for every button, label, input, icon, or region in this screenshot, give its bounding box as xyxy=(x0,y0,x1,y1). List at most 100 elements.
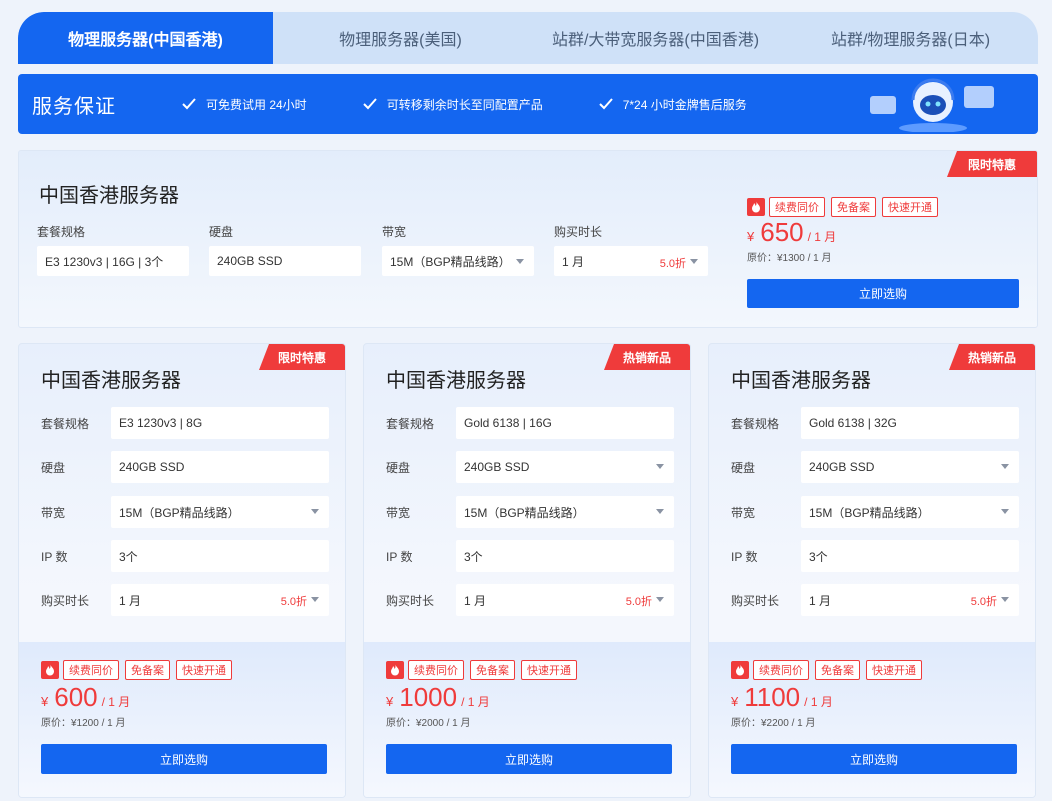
spec-row: 套餐规格 Gold 6138 | 32G xyxy=(731,407,1019,439)
product-title: 中国香港服务器 xyxy=(386,370,526,392)
bandwidth-select[interactable]: 15M（BGP精品线路） xyxy=(456,496,674,528)
spec-field: 套餐规格 E3 1230v3 | 16G | 3个 xyxy=(37,223,189,276)
spec-label: 套餐规格 xyxy=(37,225,86,239)
spec-label: 套餐规格 xyxy=(731,416,780,431)
duration-select[interactable]: 1 月 5.0折 xyxy=(111,584,329,616)
buy-now-button[interactable]: 立即选购 xyxy=(731,744,1017,774)
ip-select[interactable]: 3个 xyxy=(801,540,1019,572)
spec-value: E3 1230v3 | 16G | 3个 xyxy=(45,254,164,269)
bandwidth-value: 15M（BGP精品线路） xyxy=(390,254,511,269)
support-robot-illustration xyxy=(870,78,994,132)
spec-select[interactable]: Gold 6138 | 16G xyxy=(456,407,674,439)
fire-icon xyxy=(386,661,404,679)
bandwidth-row: 带宽 15M（BGP精品线路） xyxy=(41,496,329,528)
tag-fast-setup: 快速开通 xyxy=(176,660,232,680)
disk-label: 硬盘 xyxy=(209,225,234,239)
disk-label: 硬盘 xyxy=(41,460,66,475)
duration-value: 1 月 xyxy=(119,593,142,608)
disk-field: 硬盘 240GB SSD xyxy=(209,223,361,276)
card-purchase-area: 续费同价 免备案 快速开通 ¥600/ 1 月 原价：¥1200 / 1 月 立… xyxy=(19,642,345,797)
disk-value: 240GB SSD xyxy=(464,460,530,474)
discount-label: 5.0折 xyxy=(280,596,307,608)
check-icon xyxy=(362,98,377,110)
price-value: 600 xyxy=(54,682,98,712)
spec-select[interactable]: E3 1230v3 | 8G xyxy=(111,407,329,439)
duration-label: 购买时长 xyxy=(386,593,435,608)
spec-row: 套餐规格 Gold 6138 | 16G xyxy=(386,407,674,439)
disk-value: 240GB SSD xyxy=(119,460,185,474)
tab-hk-bandwidth[interactable]: 站群/大带宽服务器(中国香港) xyxy=(528,12,783,64)
price-value: 650 xyxy=(760,217,804,247)
currency-symbol: ¥ xyxy=(386,694,394,709)
duration-select[interactable]: 1 月 5.0折 xyxy=(456,584,674,616)
tag-fast-setup: 快速开通 xyxy=(882,197,938,217)
bandwidth-select[interactable]: 15M（BGP精品线路） xyxy=(111,496,329,528)
chevron-down-icon xyxy=(1001,464,1009,469)
disk-row: 硬盘 240GB SSD xyxy=(41,451,329,483)
chevron-down-icon xyxy=(311,509,319,514)
original-price: 原价：¥2000 / 1 月 xyxy=(386,718,471,729)
tag-renew-same-price: 续费同价 xyxy=(63,660,119,680)
price-unit: / 1 月 xyxy=(804,695,833,709)
fire-icon xyxy=(747,198,765,216)
guarantee-item: 可免费试用 24小时 xyxy=(182,96,307,113)
guarantee-label: 可免费试用 24小时 xyxy=(206,97,307,112)
bandwidth-select[interactable]: 15M（BGP精品线路） xyxy=(382,246,534,276)
bandwidth-label: 带宽 xyxy=(382,225,407,239)
bandwidth-value: 15M（BGP精品线路） xyxy=(464,505,585,520)
guarantee-label: 可转移剩余时长至同配置产品 xyxy=(386,97,543,112)
product-card: 限时特惠 中国香港服务器 套餐规格 E3 1230v3 | 8G 硬盘 240GB … xyxy=(18,343,346,798)
bandwidth-label: 带宽 xyxy=(731,505,756,520)
tag-no-filing: 免备案 xyxy=(815,660,860,680)
bandwidth-select[interactable]: 15M（BGP精品线路） xyxy=(801,496,1019,528)
price-value: 1100 xyxy=(744,682,801,712)
chevron-down-icon xyxy=(690,259,698,264)
price: ¥ 650 / 1 月 xyxy=(747,217,836,248)
tab-jp-physical[interactable]: 站群/物理服务器(日本) xyxy=(783,12,1038,64)
duration-select[interactable]: 1 月 5.0折 xyxy=(554,246,708,276)
original-price: 原价：¥1200 / 1 月 xyxy=(41,718,126,729)
ip-row: IP 数 3个 xyxy=(386,540,674,572)
disk-select[interactable]: 240GB SSD xyxy=(801,451,1019,483)
buy-now-button[interactable]: 立即选购 xyxy=(41,744,327,774)
discount-label: 5.0折 xyxy=(659,258,686,270)
chevron-down-icon xyxy=(516,259,524,264)
disk-select[interactable]: 240GB SSD xyxy=(111,451,329,483)
ip-select[interactable]: 3个 xyxy=(111,540,329,572)
duration-label: 购买时长 xyxy=(554,225,603,239)
duration-row: 购买时长 1 月 5.0折 xyxy=(41,584,329,616)
disk-label: 硬盘 xyxy=(386,460,411,475)
ip-row: IP 数 3个 xyxy=(731,540,1019,572)
feature-tags: 续费同价 免备案 快速开通 xyxy=(731,660,928,680)
duration-field: 购买时长 1 月 5.0折 xyxy=(554,223,708,276)
duration-value: 1 月 xyxy=(809,593,832,608)
duration-value: 1 月 xyxy=(562,254,585,269)
ip-value: 3个 xyxy=(119,549,138,564)
ip-select[interactable]: 3个 xyxy=(456,540,674,572)
original-price: 原价：¥1300 / 1 月 xyxy=(747,253,832,264)
promo-ribbon: 热销新品 xyxy=(949,344,1035,370)
disk-select[interactable]: 240GB SSD xyxy=(209,246,361,276)
tab-hk-physical[interactable]: 物理服务器(中国香港) xyxy=(18,12,273,64)
spec-select[interactable]: E3 1230v3 | 16G | 3个 xyxy=(37,246,189,276)
spec-select[interactable]: Gold 6138 | 32G xyxy=(801,407,1019,439)
service-banner: 服务保证 可免费试用 24小时 可转移剩余时长至同配置产品 7*24 小时金牌售… xyxy=(18,74,1038,134)
disk-label: 硬盘 xyxy=(731,460,756,475)
bandwidth-value: 15M（BGP精品线路） xyxy=(119,505,240,520)
chevron-down-icon xyxy=(656,509,664,514)
disk-select[interactable]: 240GB SSD xyxy=(456,451,674,483)
currency-symbol: ¥ xyxy=(41,694,49,709)
fire-icon xyxy=(731,661,749,679)
disk-row: 硬盘 240GB SSD xyxy=(731,451,1019,483)
card-purchase-area: 续费同价 免备案 快速开通 ¥1000/ 1 月 原价：¥2000 / 1 月 … xyxy=(364,642,690,797)
duration-select[interactable]: 1 月 5.0折 xyxy=(801,584,1019,616)
product-title: 中国香港服务器 xyxy=(41,370,181,392)
buy-now-button[interactable]: 立即选购 xyxy=(386,744,672,774)
card-purchase-area: 续费同价 免备案 快速开通 ¥1100/ 1 月 原价：¥2200 / 1 月 … xyxy=(709,642,1035,797)
spec-value: Gold 6138 | 16G xyxy=(464,416,552,430)
chevron-down-icon xyxy=(1001,597,1009,602)
tab-us-physical[interactable]: 物理服务器(美国) xyxy=(273,12,528,64)
tag-no-filing: 免备案 xyxy=(831,197,876,217)
buy-now-button[interactable]: 立即选购 xyxy=(747,279,1019,308)
tag-no-filing: 免备案 xyxy=(125,660,170,680)
